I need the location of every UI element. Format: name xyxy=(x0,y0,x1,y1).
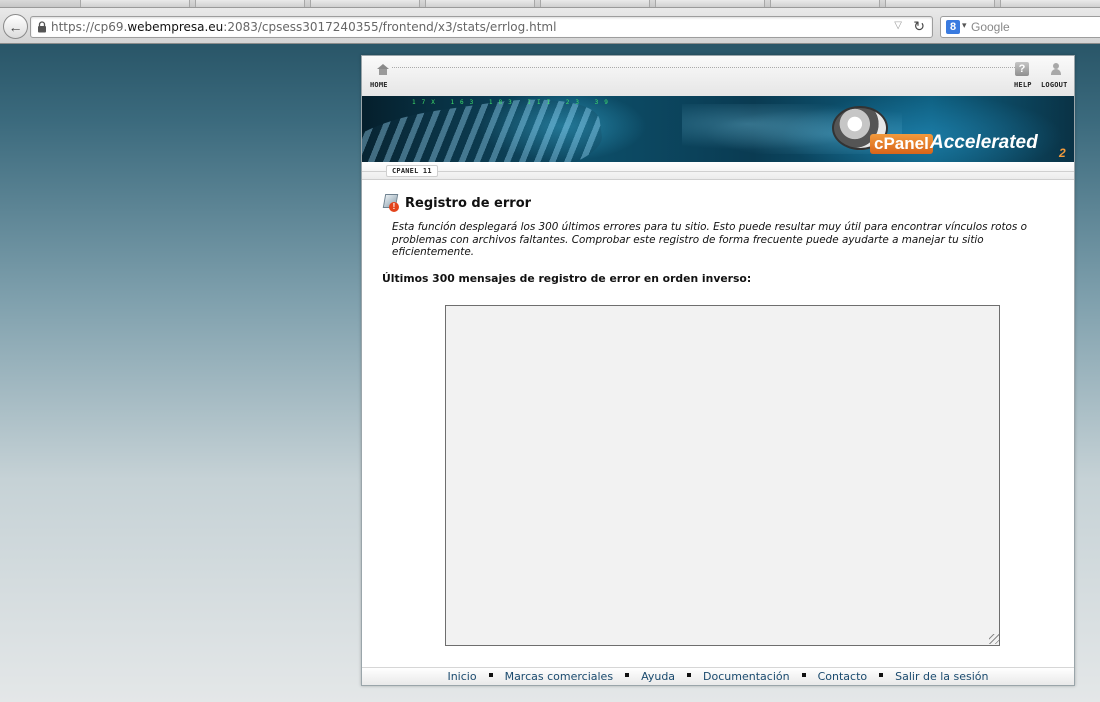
footer-link-contacto[interactable]: Contacto xyxy=(818,670,868,683)
browser-tab[interactable] xyxy=(885,0,995,7)
browser-tab[interactable] xyxy=(540,0,650,7)
help-label[interactable]: HELP xyxy=(1014,81,1032,89)
top-nav: HOME ? HELP LOGOUT xyxy=(362,56,1074,96)
home-icon xyxy=(377,64,389,76)
browser-tab[interactable] xyxy=(770,0,880,7)
cpanel-page: HOME ? HELP LOGOUT 17X 163 183 III 23 39… xyxy=(361,55,1075,686)
footer-link-ayuda[interactable]: Ayuda xyxy=(641,670,675,683)
accelerated-version: 2 xyxy=(1059,146,1066,160)
footer-link-inicio[interactable]: Inicio xyxy=(447,670,476,683)
browser-tab[interactable] xyxy=(425,0,535,7)
url-text: https://cp69.webempresa.eu:2083/cpsess30… xyxy=(51,20,557,34)
footer-link-marcas[interactable]: Marcas comerciales xyxy=(505,670,613,683)
page-title: Registro de error xyxy=(405,195,532,211)
help-link[interactable]: ? xyxy=(1012,62,1034,76)
browser-tab[interactable] xyxy=(1000,0,1100,7)
title-row: ! Registro de error xyxy=(382,194,531,212)
url-bar[interactable]: https://cp69.webempresa.eu:2083/cpsess30… xyxy=(30,16,933,38)
cpanel-wordmark: cPanel xyxy=(870,134,933,154)
browser-toolbar: ← https://cp69.webempresa.eu:2083/cpsess… xyxy=(0,8,1100,44)
main-content: ! Registro de error Esta función despleg… xyxy=(362,181,1074,665)
search-engine-dropdown-icon[interactable]: ▾ xyxy=(962,20,967,31)
search-input[interactable]: 8 ▾ Google xyxy=(940,16,1100,38)
logout-label[interactable]: LOGOUT xyxy=(1041,81,1068,89)
resize-grip-icon[interactable] xyxy=(989,634,999,644)
back-button[interactable]: ← xyxy=(3,14,28,39)
footer-link-logout[interactable]: Salir de la sesión xyxy=(895,670,988,683)
logout-link[interactable] xyxy=(1042,62,1070,76)
footer-separator xyxy=(687,672,692,677)
home-link[interactable] xyxy=(368,64,398,76)
browser-tab[interactable] xyxy=(195,0,305,7)
user-icon xyxy=(1049,62,1063,76)
lock-icon xyxy=(38,21,46,33)
url-history-dropdown-icon[interactable]: ▽ xyxy=(894,20,902,31)
banner-ticker: 17X 163 183 III 23 39 xyxy=(412,99,614,106)
browser-tab[interactable] xyxy=(310,0,420,7)
search-placeholder: Google xyxy=(971,20,1010,34)
nav-divider xyxy=(392,67,1017,68)
accelerated-wordmark: Accelerated xyxy=(930,132,1038,153)
cpanel-banner: 17X 163 183 III 23 39 cPanel Accelerated… xyxy=(362,96,1074,162)
reload-icon[interactable]: ↻ xyxy=(913,18,925,35)
browser-tab[interactable] xyxy=(80,0,190,7)
version-bar: CPANEL 11 xyxy=(362,162,1074,180)
log-heading: Últimos 300 mensajes de registro de erro… xyxy=(382,272,752,285)
footer-link-documentacion[interactable]: Documentación xyxy=(703,670,790,683)
google-search-icon[interactable]: 8 xyxy=(946,20,960,34)
home-label[interactable]: HOME xyxy=(370,81,388,89)
version-tag: CPANEL 11 xyxy=(386,165,438,177)
footer-separator xyxy=(625,672,630,677)
browser-tab[interactable] xyxy=(655,0,765,7)
footer-separator xyxy=(879,672,884,677)
footer-nav: Inicio Marcas comerciales Ayuda Document… xyxy=(362,667,1074,685)
error-log-icon: ! xyxy=(382,194,400,212)
back-arrow-icon: ← xyxy=(8,18,23,35)
version-divider xyxy=(362,171,1074,172)
page-description: Esta función desplegará los 300 últimos … xyxy=(392,221,1027,258)
browser-tab-strip xyxy=(0,0,1100,8)
footer-separator xyxy=(801,672,806,677)
footer-separator xyxy=(488,672,493,677)
error-log-textarea[interactable] xyxy=(445,305,1000,646)
help-icon: ? xyxy=(1015,62,1029,76)
